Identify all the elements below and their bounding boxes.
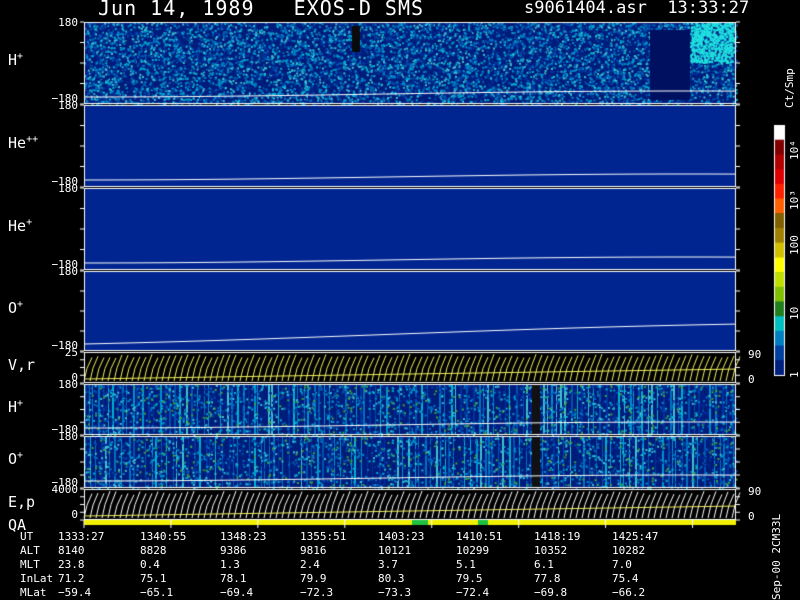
ephemeris-cell: 10352 xyxy=(534,544,568,557)
ephemeris-cell: 8828 xyxy=(140,544,167,557)
ephemeris-row: InLat 71.2 75.1 78.1 79.9 80.3 79.5 77.8 75.4 xyxy=(0,572,760,586)
panel-label: O+ xyxy=(8,299,24,317)
ephemeris-cell: 1348:23 xyxy=(220,530,267,543)
ephemeris-cell: 75.4 xyxy=(612,572,639,585)
ephemeris-name: ALT xyxy=(20,544,40,557)
ephemeris-cell: 1418:19 xyxy=(534,530,581,543)
ephemeris-cell: 77.8 xyxy=(534,572,561,585)
ephemeris-name: MLat xyxy=(20,586,47,599)
ephemeris-cell: 1403:23 xyxy=(378,530,425,543)
ephemeris-cell: 3.7 xyxy=(378,558,398,571)
file-name: s9061404.asr xyxy=(524,0,647,18)
ephemeris-cell: 1340:55 xyxy=(140,530,187,543)
colorbar-tick: 10⁴ xyxy=(788,140,800,160)
ephemeris-cell: 71.2 xyxy=(58,572,85,585)
ephemeris-name: MLT xyxy=(20,558,40,571)
file-label: s9061404.asr 13:33:27 xyxy=(524,0,749,18)
footer-label: Sep-00 2CM33L xyxy=(770,513,783,600)
ephemeris-cell: −59.4 xyxy=(58,586,92,599)
ephemeris-cell: −72.4 xyxy=(456,586,490,599)
ephemeris-cell: 2.4 xyxy=(300,558,320,571)
panel-label: H+ xyxy=(8,397,24,416)
ephemeris-cell: 80.3 xyxy=(378,572,405,585)
panel-label: O+ xyxy=(8,450,24,468)
ephemeris-cell: 9386 xyxy=(220,544,247,557)
ephemeris-cell: 8140 xyxy=(58,544,85,557)
spectrogram-canvas xyxy=(0,0,800,600)
ephemeris-cell: −65.1 xyxy=(140,586,174,599)
axis-tick-top: 180 xyxy=(58,378,78,391)
ephemeris-cell: 7.0 xyxy=(612,558,632,571)
axis-tick-top: 180 xyxy=(58,430,78,443)
axis-tick-top: 180 xyxy=(58,265,78,278)
ephemeris-cell: 9816 xyxy=(300,544,327,557)
axis-tick-bottom: 0 xyxy=(71,508,78,521)
colorbar-tick: 10³ xyxy=(788,190,800,210)
ephemeris-cell: 79.9 xyxy=(300,572,327,585)
panel-label: H+ xyxy=(8,51,24,69)
axis-tick-top: 180 xyxy=(58,16,78,29)
colorbar-tick: 10 xyxy=(788,306,800,320)
ephemeris-row: ALT 8140 8828 9386 9816 10121 10299 10352 10282 xyxy=(0,544,760,558)
ephemeris-cell: 23.8 xyxy=(58,558,85,571)
ephemeris-cell: −66.2 xyxy=(612,586,646,599)
ephemeris-cell: 10299 xyxy=(456,544,490,557)
panel-label: E,p xyxy=(8,492,36,511)
panel-label: V,r xyxy=(8,355,36,374)
axis-tick-top: 180 xyxy=(58,182,78,195)
ephemeris-row: UT 1333:27 1340:55 1348:23 1355:51 1403:23 141… xyxy=(0,530,760,544)
ephemeris-cell: 0.4 xyxy=(140,558,160,571)
ephemeris-cell: 78.1 xyxy=(220,572,247,585)
right-tick-top: 90 xyxy=(748,348,762,361)
colorbar-tick: 1 xyxy=(788,371,800,378)
page-title: Jun 14, 1989 EXOS-D SMS xyxy=(98,0,425,20)
file-time: 13:33:27 xyxy=(667,0,750,18)
panel-label: He+ xyxy=(8,217,33,235)
right-tick-bottom: 0 xyxy=(748,373,755,386)
ephemeris-cell: 5.1 xyxy=(456,558,476,571)
ephemeris-row: MLat −59.4 −65.1 −69.4 −72.3 −73.3 −72.4 −69.8 −… xyxy=(0,586,760,600)
ephemeris-cell: −72.3 xyxy=(300,586,334,599)
ephemeris-row: MLT 23.8 0.4 1.3 2.4 3.7 5.1 6.1 7.0 xyxy=(0,558,760,572)
panel-label: He++ xyxy=(8,134,39,152)
ephemeris-cell: 75.1 xyxy=(140,572,167,585)
ephemeris-cell: 79.5 xyxy=(456,572,483,585)
colorbar-units: Ct/Smp xyxy=(783,68,796,108)
ephemeris-cell: 1425:47 xyxy=(612,530,659,543)
ephemeris-name: InLat xyxy=(20,572,54,585)
right-tick-bottom: 0 xyxy=(748,510,755,523)
ephemeris-cell: 1333:27 xyxy=(58,530,105,543)
ephemeris-cell: −69.4 xyxy=(220,586,254,599)
ephemeris-cell: 10121 xyxy=(378,544,412,557)
axis-tick-top: 180 xyxy=(58,99,78,112)
ephemeris-cell: 1410:51 xyxy=(456,530,503,543)
ephemeris-cell: 1.3 xyxy=(220,558,240,571)
ephemeris-cell: 10282 xyxy=(612,544,646,557)
right-tick-top: 90 xyxy=(748,485,762,498)
ephemeris-cell: 1355:51 xyxy=(300,530,347,543)
colorbar-tick: 100 xyxy=(788,235,800,255)
ephemeris-cell: 6.1 xyxy=(534,558,554,571)
axis-tick-top: 25 xyxy=(64,346,78,359)
ephemeris-cell: −69.8 xyxy=(534,586,568,599)
ephemeris-name: UT xyxy=(20,530,34,543)
axis-tick-top: 4000 xyxy=(51,483,79,496)
ephemeris-cell: −73.3 xyxy=(378,586,412,599)
